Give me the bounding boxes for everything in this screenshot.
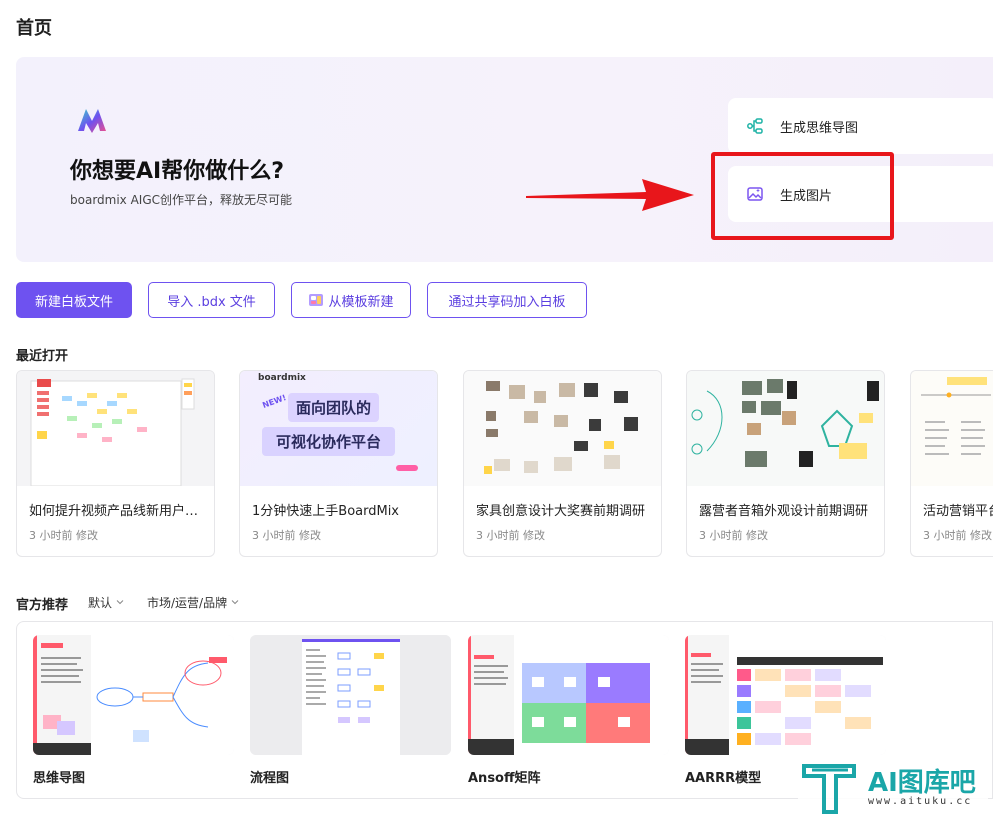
new-board-button[interactable]: 新建白板文件	[16, 282, 132, 318]
template-thumbnail	[468, 635, 669, 755]
recent-file-card[interactable]: boardmix NEW! 面向团队的 可视化协作平台 1分钟快速上手Board…	[239, 370, 438, 557]
template-name: AARRR模型	[685, 771, 762, 786]
recent-file-name: 活动营销平台	[923, 504, 993, 519]
from-template-button[interactable]: 从模板新建	[291, 282, 411, 318]
template-icon	[308, 292, 324, 308]
chevron-down-icon	[230, 596, 240, 610]
recent-file-card[interactable]: 活动营销平台 3 小时前 修改	[910, 370, 993, 557]
import-bdx-label: 导入 .bdx 文件	[167, 294, 256, 310]
sort-dropdown[interactable]: 默认	[88, 594, 125, 611]
category-dropdown-value: 市场/运营/品牌	[147, 596, 228, 610]
template-name: 思维导图	[33, 771, 86, 786]
recent-file-thumbnail	[17, 371, 214, 486]
chevron-down-icon	[115, 596, 125, 610]
recent-file-time: 3 小时前 修改	[252, 529, 321, 542]
join-by-code-label: 通过共享码加入白板	[448, 294, 566, 310]
new-badge: NEW!	[261, 393, 288, 410]
join-by-code-button[interactable]: 通过共享码加入白板	[427, 282, 587, 318]
template-card[interactable]	[468, 635, 669, 755]
template-thumbnail	[33, 635, 234, 755]
red-arrow-annotation-icon	[526, 179, 694, 211]
watermark-text: AI图库吧	[868, 768, 976, 798]
template-card[interactable]	[33, 635, 234, 755]
template-card[interactable]	[250, 635, 451, 755]
template-card[interactable]	[685, 635, 886, 755]
recent-file-time: 3 小时前 修改	[476, 529, 545, 542]
template-name: 流程图	[250, 771, 290, 786]
recent-file-name: 如何提升视频产品线新用户留存	[29, 504, 207, 519]
page-title: 首页	[16, 18, 52, 39]
thumb-pill	[396, 465, 418, 471]
boardmix-logo-icon	[78, 109, 106, 133]
hero-title: 你想要AI帮你做什么?	[70, 159, 284, 184]
new-board-label: 新建白板文件	[34, 294, 113, 310]
thumb-line2: 可视化协作平台	[262, 427, 396, 456]
highlight-box	[711, 152, 894, 240]
recent-file-thumbnail	[464, 371, 661, 486]
template-thumbnail	[250, 635, 451, 755]
thumb-line1: 面向团队的	[288, 393, 380, 422]
recent-file-name: 家具创意设计大奖赛前期调研	[476, 504, 646, 519]
recent-file-card[interactable]: 露营者音箱外观设计前期调研 3 小时前 修改	[686, 370, 885, 557]
recent-file-name: 1分钟快速上手BoardMix	[252, 504, 399, 519]
generate-mindmap-label: 生成思维导图	[780, 120, 859, 136]
from-template-label: 从模板新建	[328, 294, 394, 310]
recent-file-thumbnail	[911, 371, 993, 486]
hero-subtitle: boardmix AIGC创作平台，释放无尽可能	[70, 193, 293, 207]
recent-file-card[interactable]: 家具创意设计大奖赛前期调研 3 小时前 修改	[463, 370, 662, 557]
recent-file-thumbnail	[687, 371, 884, 486]
recent-file-name: 露营者音箱外观设计前期调研	[699, 504, 869, 519]
recent-file-time: 3 小时前 修改	[29, 529, 98, 542]
recent-file-time: 3 小时前 修改	[923, 529, 992, 542]
mindmap-icon	[746, 117, 764, 135]
template-name: Ansoff矩阵	[468, 771, 541, 786]
template-thumbnail	[685, 635, 886, 755]
import-bdx-button[interactable]: 导入 .bdx 文件	[148, 282, 275, 318]
category-dropdown[interactable]: 市场/运营/品牌	[147, 594, 240, 611]
recent-section-title: 最近打开	[16, 349, 69, 364]
recent-file-time: 3 小时前 修改	[699, 529, 768, 542]
recent-file-thumbnail: boardmix NEW! 面向团队的 可视化协作平台	[240, 371, 437, 486]
generate-mindmap-button[interactable]: 生成思维导图	[728, 98, 993, 154]
recommend-section-title: 官方推荐	[16, 598, 69, 613]
sort-dropdown-value: 默认	[88, 596, 113, 610]
watermark-url: www.aituku.cc	[868, 796, 973, 807]
recent-file-card[interactable]: 如何提升视频产品线新用户留存 3 小时前 修改	[16, 370, 215, 557]
boardmix-brand: boardmix	[258, 373, 306, 383]
